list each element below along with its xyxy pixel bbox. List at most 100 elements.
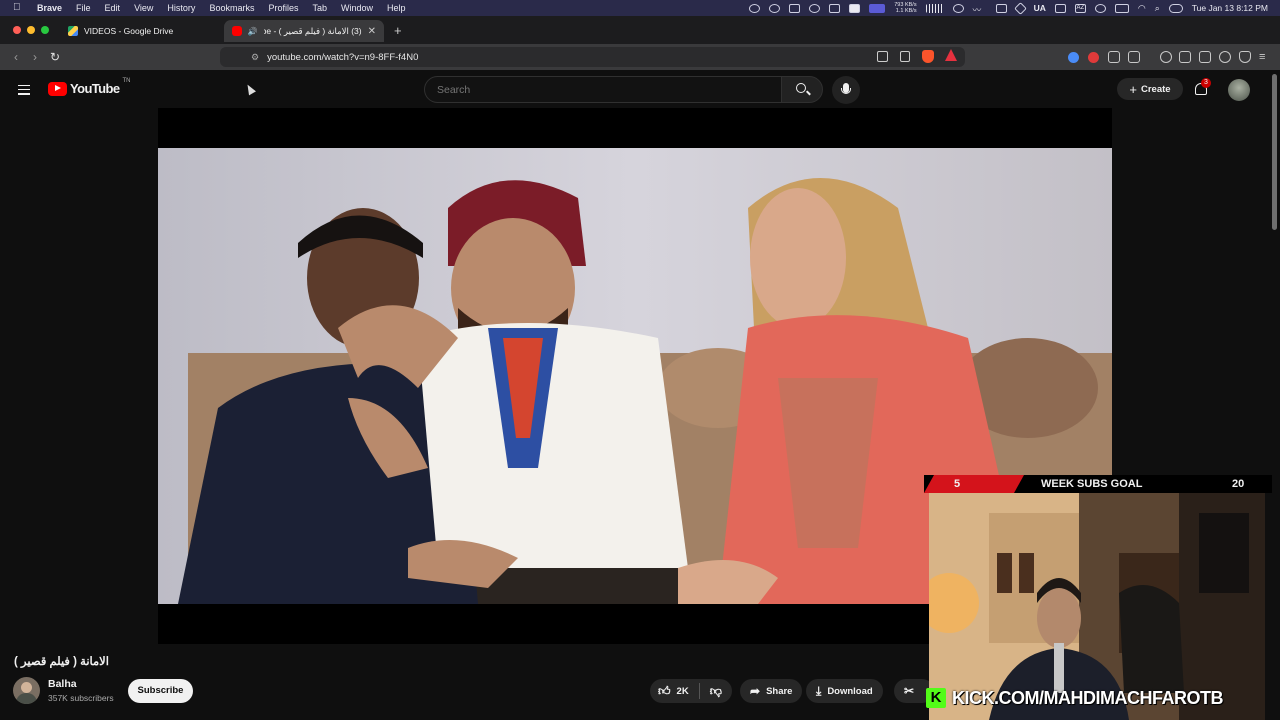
zoom-window-button[interactable]	[41, 26, 49, 34]
goal-current: 5	[954, 478, 961, 490]
menu-history[interactable]: History	[167, 3, 195, 13]
play-icon[interactable]	[1094, 3, 1106, 13]
tab-youtube[interactable]: 🔊 (3) الامانة ( فيلم قصير ) - YouTube ✕	[224, 20, 384, 42]
menu-view[interactable]: View	[134, 3, 153, 13]
m-icon[interactable]	[849, 3, 861, 13]
sidebar-toggle-icon[interactable]	[1179, 51, 1191, 63]
menu-edit[interactable]: Edit	[105, 3, 121, 13]
goal-progress-fill	[924, 475, 1024, 493]
url-text[interactable]: youtube.com/watch?v=n9-8FF-f4N0	[267, 52, 418, 63]
mouse-cursor	[244, 82, 256, 96]
vpn-shield-icon[interactable]	[1239, 51, 1251, 63]
battery-icon[interactable]	[1114, 3, 1129, 13]
screen-share-icon[interactable]	[869, 3, 886, 13]
channel-avatar[interactable]	[13, 677, 40, 704]
a-icon[interactable]	[829, 3, 841, 13]
apple-icon[interactable]: 	[13, 3, 23, 13]
cpu-graph-icon[interactable]	[925, 3, 944, 13]
like-count[interactable]: 2K	[677, 686, 689, 697]
close-tab-icon[interactable]: ✕	[368, 26, 376, 37]
wifi-icon[interactable]: ◠	[1138, 3, 1146, 14]
youtube-header: YouTube TN + Create 3	[0, 70, 1280, 108]
search-icon	[796, 83, 806, 93]
youtube-wordmark: YouTube	[70, 81, 120, 96]
music-icon[interactable]	[1160, 51, 1172, 63]
menu-file[interactable]: File	[76, 3, 91, 13]
settings-wheel-icon[interactable]	[769, 3, 781, 13]
search-icon[interactable]: ⌕	[1155, 3, 1160, 14]
network-speed: 793 KB/s 1.1 KB/s	[894, 2, 916, 14]
voice-search-button[interactable]	[832, 76, 860, 104]
page-scrollbar[interactable]	[1272, 74, 1277, 230]
country-code: TN	[122, 78, 131, 84]
tab-bar: VIDEOS - Google Drive 🔊 (3) الامانة ( في…	[0, 16, 1280, 44]
waveform-icon[interactable]: 〰	[973, 4, 987, 15]
menu-tab[interactable]: Tab	[312, 3, 327, 13]
account-avatar[interactable]	[1228, 79, 1250, 101]
leo-ai-icon[interactable]	[1219, 51, 1231, 63]
app-menu: Brave File Edit View History Bookmarks P…	[37, 3, 406, 13]
notification-badge: 3	[1201, 78, 1211, 88]
notifications-button[interactable]: 3	[1193, 78, 1211, 97]
search-button[interactable]	[781, 76, 823, 103]
site-settings-icon[interactable]: ⚙	[251, 52, 259, 63]
close-window-button[interactable]	[13, 26, 21, 34]
clock[interactable]: Tue Jan 13 8:12 PM	[1192, 3, 1268, 13]
kick-banner: K KICK.COM/MAHDIMACHFAROTB	[926, 684, 1270, 712]
subs-goal-bar: 5 WEEK SUBS GOAL 20	[924, 475, 1272, 493]
az-icon[interactable]: AZ	[1074, 3, 1086, 13]
menu-icon[interactable]: ≡	[1259, 51, 1265, 63]
youtube-logo[interactable]: YouTube TN	[48, 78, 131, 96]
hamburger-menu-icon[interactable]	[18, 82, 30, 97]
download-icon: ⤓	[816, 683, 822, 698]
wallet-icon-2[interactable]	[1199, 51, 1211, 63]
puzzle-extensions-icon[interactable]	[1108, 51, 1120, 63]
minimize-window-button[interactable]	[27, 26, 35, 34]
menu-bookmarks[interactable]: Bookmarks	[209, 3, 254, 13]
share-button[interactable]: ➦ Share	[740, 679, 803, 703]
search-input[interactable]	[424, 76, 782, 103]
goal-target: 20	[1232, 478, 1245, 490]
menu-help[interactable]: Help	[387, 3, 406, 13]
goal-label: WEEK SUBS GOAL	[1041, 478, 1143, 490]
video-title: الامانة ( فيلم قصير )	[14, 656, 109, 668]
subscribe-button[interactable]: Subscribe	[128, 679, 193, 703]
brave-rewards-icon[interactable]	[945, 49, 957, 61]
channel-name[interactable]: Balha	[48, 678, 77, 690]
control-center-icon[interactable]	[1168, 3, 1183, 13]
menu-window[interactable]: Window	[341, 3, 373, 13]
subscriber-count: 357K subscribers	[48, 693, 114, 703]
download-button[interactable]: ⤓ Download	[806, 679, 883, 703]
chat-icon[interactable]	[1054, 3, 1066, 13]
scissors-icon: ✂	[904, 684, 915, 698]
speaker-icon[interactable]: 🔊	[248, 27, 258, 36]
forward-arrow-icon[interactable]: ›	[28, 50, 42, 64]
back-arrow-icon[interactable]: ‹	[9, 50, 23, 64]
b-icon[interactable]	[789, 3, 801, 13]
vpn-diamond-icon[interactable]	[1013, 1, 1027, 15]
thumbs-up-icon[interactable]: 👍︎	[658, 684, 671, 699]
extension-blue-icon[interactable]	[1068, 52, 1079, 63]
menu-profiles[interactable]: Profiles	[268, 3, 298, 13]
create-button[interactable]: + Create	[1117, 78, 1183, 100]
plus-icon: +	[1129, 81, 1137, 97]
wallet-icon[interactable]	[1128, 51, 1140, 63]
new-tab-button[interactable]: +	[394, 23, 402, 38]
reload-icon[interactable]: ↻	[48, 50, 62, 64]
timer-icon[interactable]	[952, 3, 964, 13]
record-extension-icon[interactable]	[1088, 52, 1099, 63]
wordpress-icon[interactable]	[809, 3, 821, 13]
activity-icon[interactable]	[995, 3, 1007, 13]
macos-menubar:  Brave File Edit View History Bookmarks…	[0, 0, 1280, 16]
youtube-play-icon	[48, 81, 67, 96]
thumbs-down-icon[interactable]: 👎︎	[710, 684, 722, 699]
tab-google-drive[interactable]: VIDEOS - Google Drive	[60, 20, 220, 42]
menu-app-name[interactable]: Brave	[37, 3, 62, 13]
address-bar[interactable]: ⚙ youtube.com/watch?v=n9-8FF-f4N0	[220, 47, 965, 67]
open-external-icon[interactable]	[877, 51, 888, 62]
cloud-sync-icon[interactable]	[749, 3, 761, 13]
share-page-icon[interactable]	[900, 51, 910, 62]
brave-shields-icon[interactable]	[922, 50, 934, 63]
keyboard-layout[interactable]: UA	[1034, 3, 1046, 13]
google-drive-icon	[68, 26, 78, 36]
